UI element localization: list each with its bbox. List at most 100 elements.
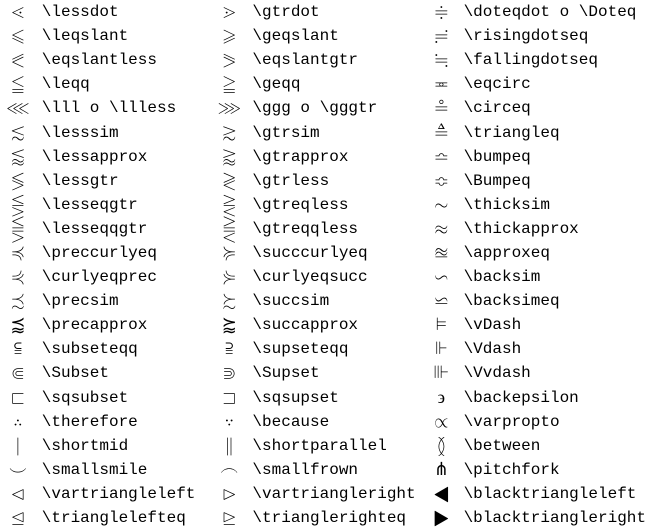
command-col3: \pitchfork xyxy=(458,458,646,482)
command-col2: \trianglerighteq xyxy=(246,506,425,530)
command-col1: \precapprox xyxy=(36,313,212,337)
command-col1: \preccurlyeq xyxy=(36,241,212,265)
command-col3: \eqcirc xyxy=(458,72,646,96)
command-col2: \gtrapprox xyxy=(246,145,425,169)
command-col1: \sqsubset xyxy=(36,386,212,410)
table-row: ∴\therefore∵\because∝\varpropto xyxy=(0,410,646,434)
table-row: ⌣\smallsmile⌢\smallfrown⋔\pitchfork xyxy=(0,458,646,482)
symbol-col1: ≶ xyxy=(0,169,36,193)
command-col2: \succcurlyeq xyxy=(246,241,425,265)
symbol-col1: ≼ xyxy=(0,241,36,265)
command-col2: \succsim xyxy=(246,289,425,313)
command-col2: \geqq xyxy=(246,72,425,96)
table-row: ⋐\Subset⋑\Supset⊪\Vvdash xyxy=(0,361,646,385)
symbol-col3: ≈ xyxy=(425,217,457,241)
symbol-col2: ⋛ xyxy=(212,193,246,217)
symbol-col1: ⋘ xyxy=(0,96,36,120)
command-col1: \Subset xyxy=(36,361,212,385)
command-col3: \risingdotseq xyxy=(458,24,646,48)
command-col3: \vDash xyxy=(458,313,646,337)
command-col2: \because xyxy=(246,410,425,434)
latex-symbol-table: ⋖\lessdot⋗\gtrdot≑\doteqdot o \Doteq⩽\le… xyxy=(0,0,646,530)
symbol-col3: ∼ xyxy=(425,193,457,217)
symbol-col1: ⊲ xyxy=(0,482,36,506)
command-col3: \between xyxy=(458,434,646,458)
symbol-col2: ⋟ xyxy=(212,265,246,289)
symbol-col2: ⪸ xyxy=(212,313,246,337)
table-row: ⊴\trianglelefteq⊵\trianglerighteq▶\black… xyxy=(0,506,646,530)
command-col1: \vartriangleleft xyxy=(36,482,212,506)
symbol-col2: ⊵ xyxy=(212,506,246,530)
table-row: ≾\precsim≿\succsim⋍\backsimeq xyxy=(0,289,646,313)
command-col2: \smallfrown xyxy=(246,458,425,482)
command-col2: \ggg o \gggtr xyxy=(246,96,425,120)
symbol-col3: ≒ xyxy=(425,48,457,72)
command-col1: \precsim xyxy=(36,289,212,313)
table-row: ⋚\lesseqgtr⋛\gtreqless∼\thicksim xyxy=(0,193,646,217)
command-col3: \blacktriangleright xyxy=(458,506,646,530)
command-col1: \lesseqqgtr xyxy=(36,217,212,241)
table-row: ⋖\lessdot⋗\gtrdot≑\doteqdot o \Doteq xyxy=(0,0,646,24)
symbol-col1: ⋞ xyxy=(0,265,36,289)
symbol-col2: ⪆ xyxy=(212,145,246,169)
symbol-col1: ≲ xyxy=(0,120,36,144)
symbol-col3: ≖ xyxy=(425,72,457,96)
symbol-col3: ⊨ xyxy=(425,313,457,337)
symbol-col1: ⋚ xyxy=(0,193,36,217)
symbol-col3: ⊩ xyxy=(425,337,457,361)
command-col3: \backepsilon xyxy=(458,386,646,410)
command-col1: \leqq xyxy=(36,72,212,96)
table-row: ⪋\lesseqqgtr⪌\gtreqqless≈\thickapprox xyxy=(0,217,646,241)
command-col3: \Vvdash xyxy=(458,361,646,385)
table-row: ⪷\precapprox⪸\succapprox⊨\vDash xyxy=(0,313,646,337)
symbol-col3: ∽ xyxy=(425,265,457,289)
table-row: ≦\leqq≧\geqq≖\eqcirc xyxy=(0,72,646,96)
table-row: ≼\preccurlyeq≽\succcurlyeq≊\approxeq xyxy=(0,241,646,265)
command-col3: \bumpeq xyxy=(458,145,646,169)
command-col2: \succapprox xyxy=(246,313,425,337)
symbol-col1: ⪷ xyxy=(0,313,36,337)
table-row: ⩽\leqslant⩾\geqslant≓\risingdotseq xyxy=(0,24,646,48)
symbol-col2: ⪌ xyxy=(212,217,246,241)
table-row: ⪅\lessapprox⪆\gtrapprox≏\bumpeq xyxy=(0,145,646,169)
symbol-col3: ϶ xyxy=(425,386,457,410)
command-col3: \thicksim xyxy=(458,193,646,217)
symbol-col1: ⫅ xyxy=(0,337,36,361)
symbol-col1: ≾ xyxy=(0,289,36,313)
command-col2: \geqslant xyxy=(246,24,425,48)
command-col3: \Vdash xyxy=(458,337,646,361)
command-col3: \thickapprox xyxy=(458,217,646,241)
symbol-col2: ⫆ xyxy=(212,337,246,361)
table-row: ⊏\sqsubset⊐\sqsupset϶\backepsilon xyxy=(0,386,646,410)
command-col3: \fallingdotseq xyxy=(458,48,646,72)
command-col2: \supseteqq xyxy=(246,337,425,361)
command-col3: \backsim xyxy=(458,265,646,289)
symbol-col1: ∴ xyxy=(0,410,36,434)
symbol-col1: ⪋ xyxy=(0,217,36,241)
symbol-col2: ⋗ xyxy=(212,0,246,24)
command-col3: \blacktriangleleft xyxy=(458,482,646,506)
symbol-col3: ≗ xyxy=(425,96,457,120)
table-row: ⋘\lll o \llless⋙\ggg o \gggtr≗\circeq xyxy=(0,96,646,120)
symbol-col1: ⌣ xyxy=(0,458,36,482)
command-col1: \subseteqq xyxy=(36,337,212,361)
symbol-col1: ⪅ xyxy=(0,145,36,169)
symbol-col3: ≎ xyxy=(425,169,457,193)
command-col2: \gtreqless xyxy=(246,193,425,217)
command-col3: \Bumpeq xyxy=(458,169,646,193)
command-col3: \triangleq xyxy=(458,120,646,144)
symbol-col3: ≜ xyxy=(425,120,457,144)
symbol-col3: ▶ xyxy=(425,506,457,530)
symbol-col3: ≏ xyxy=(425,145,457,169)
symbol-col2: ⋙ xyxy=(212,96,246,120)
symbol-col2: ≿ xyxy=(212,289,246,313)
command-col1: \curlyeqprec xyxy=(36,265,212,289)
command-col1: \lessdot xyxy=(36,0,212,24)
command-col2: \eqslantgtr xyxy=(246,48,425,72)
symbol-col3: ≑ xyxy=(425,0,457,24)
symbol-col3: ≬ xyxy=(425,434,457,458)
symbol-col1: ⊏ xyxy=(0,386,36,410)
symbol-col2: ⩾ xyxy=(212,24,246,48)
symbol-col2: ∥ xyxy=(212,434,246,458)
command-col1: \smallsmile xyxy=(36,458,212,482)
